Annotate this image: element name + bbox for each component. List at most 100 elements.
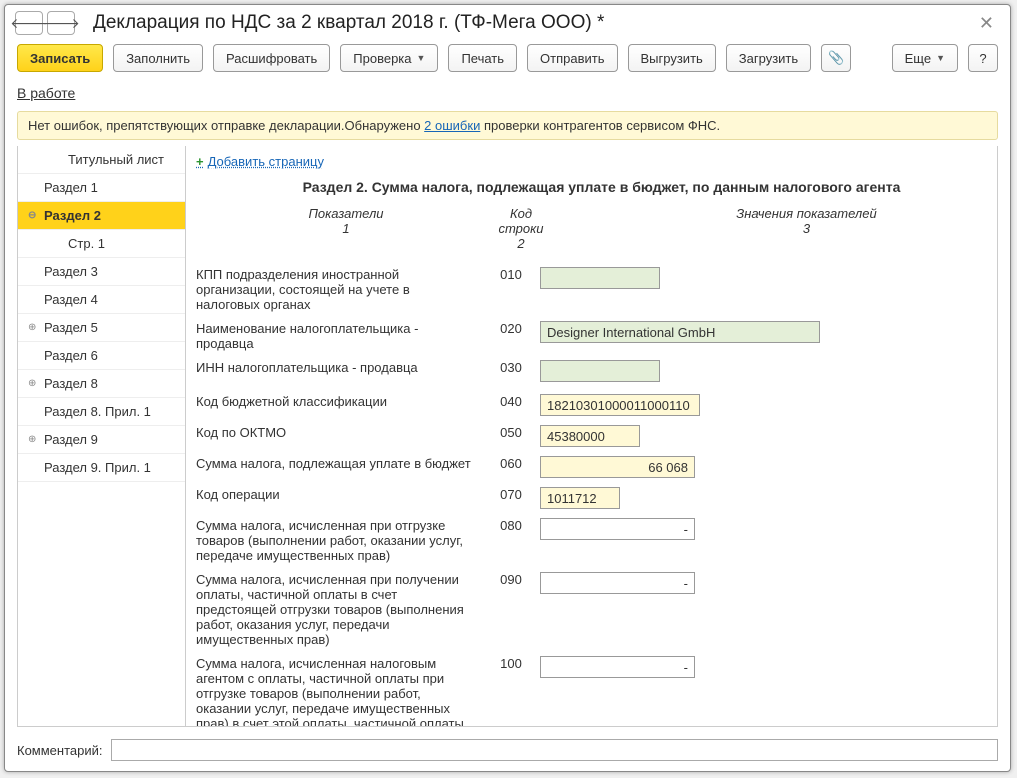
value-field[interactable]: 66 068: [540, 456, 695, 478]
data-row: Наименование налогоплательщика - продавц…: [186, 318, 997, 357]
expander-icon: ⊕: [28, 322, 42, 333]
tree-item[interactable]: Титульный лист: [18, 146, 185, 174]
decode-button[interactable]: Расшифровать: [213, 44, 330, 72]
row-label: Сумма налога, исчисленная при отгрузке т…: [196, 518, 486, 563]
data-row: Сумма налога, исчисленная при отгрузке т…: [186, 515, 997, 569]
nav-forward-button[interactable]: 🡒: [47, 11, 75, 35]
value-field[interactable]: 1011712: [540, 487, 620, 509]
warning-prefix: Нет ошибок, препятствующих отправке декл…: [28, 118, 424, 133]
data-row: Сумма налога, исчисленная при получении …: [186, 569, 997, 653]
expander-icon: ⊕: [28, 434, 42, 445]
warning-suffix: проверки контрагентов сервисом ФНС.: [480, 118, 720, 133]
send-button[interactable]: Отправить: [527, 44, 617, 72]
row-value-cell: [536, 267, 987, 292]
print-button[interactable]: Печать: [448, 44, 517, 72]
tree-item[interactable]: Раздел 8. Прил. 1: [18, 398, 185, 426]
value-field[interactable]: -: [540, 656, 695, 678]
section-2-title: Раздел 2. Сумма налога, подлежащая уплат…: [186, 175, 997, 203]
tree-item-label: Раздел 6: [44, 348, 98, 363]
add-page-link[interactable]: +Добавить страницу: [186, 150, 997, 175]
col-header-1: Показатели1: [206, 206, 496, 246]
row-code: 050: [486, 425, 536, 440]
tree-item-label: Раздел 9: [44, 432, 98, 447]
body: Титульный листРаздел 1⊖Раздел 2Стр. 1Раз…: [17, 146, 998, 727]
value-field[interactable]: [540, 267, 660, 289]
column-headers: Показатели1 Код строки2 Значения показат…: [186, 203, 997, 264]
write-button[interactable]: Записать: [17, 44, 103, 72]
warning-errors-link[interactable]: 2 ошибки: [424, 118, 480, 133]
tree-item[interactable]: Раздел 6: [18, 342, 185, 370]
tree-item-label: Раздел 1: [44, 180, 98, 195]
tree-item[interactable]: ⊖Раздел 2: [18, 202, 185, 230]
expander-icon: ⊕: [28, 378, 42, 389]
row-value-cell: 45380000: [536, 425, 987, 447]
upload-button[interactable]: Выгрузить: [628, 44, 716, 72]
tree-item[interactable]: ⊕Раздел 5: [18, 314, 185, 342]
row-code: 010: [486, 267, 536, 282]
check-button-label: Проверка: [353, 51, 411, 66]
row-code: 060: [486, 456, 536, 471]
row-value-cell: -: [536, 572, 987, 594]
download-button[interactable]: Загрузить: [726, 44, 811, 72]
help-button[interactable]: ?: [968, 44, 998, 72]
expander-icon: ⊖: [28, 210, 42, 221]
row-code: 100: [486, 656, 536, 671]
titlebar: 🡐 🡒 Декларация по НДС за 2 квартал 2018 …: [5, 5, 1010, 37]
close-icon[interactable]: ✕: [973, 13, 1000, 34]
col-header-3: Значения показателей3: [546, 206, 987, 246]
paperclip-icon: 📎: [828, 50, 844, 66]
data-row: ИНН налогоплательщика - продавца030: [186, 357, 997, 391]
row-label: ИНН налогоплательщика - продавца: [196, 360, 486, 375]
footer: Комментарий:: [5, 733, 1010, 771]
comment-label: Комментарий:: [17, 743, 103, 758]
tree-item[interactable]: ⊕Раздел 9: [18, 426, 185, 454]
tree-item-label: Раздел 8. Прил. 1: [44, 404, 151, 419]
tree-item[interactable]: Раздел 1: [18, 174, 185, 202]
value-field[interactable]: -: [540, 518, 695, 540]
row-code: 020: [486, 321, 536, 336]
comment-input[interactable]: [111, 739, 999, 761]
row-label: Сумма налога, подлежащая уплате в бюджет: [196, 456, 486, 471]
fill-button[interactable]: Заполнить: [113, 44, 203, 72]
data-row: Код бюджетной классификации0401821030100…: [186, 391, 997, 422]
tree-item[interactable]: Стр. 1: [18, 230, 185, 258]
more-button[interactable]: Еще ▼: [892, 44, 958, 72]
row-value-cell: 66 068: [536, 456, 987, 478]
tree-item-label: Раздел 8: [44, 376, 98, 391]
row-value-cell: 1011712: [536, 487, 987, 509]
value-field[interactable]: 45380000: [540, 425, 640, 447]
plus-icon: +: [196, 154, 204, 169]
check-button[interactable]: Проверка ▼: [340, 44, 438, 72]
row-value-cell: -: [536, 518, 987, 540]
value-field[interactable]: [540, 360, 660, 382]
attach-button[interactable]: 📎: [821, 44, 851, 72]
value-field[interactable]: 18210301000011000110: [540, 394, 700, 416]
warning-bar: Нет ошибок, препятствующих отправке декл…: [17, 111, 998, 140]
data-row: Сумма налога, исчисленная налоговым аген…: [186, 653, 997, 726]
row-value-cell: 18210301000011000110: [536, 394, 987, 416]
row-label: Код бюджетной классификации: [196, 394, 486, 409]
row-code: 030: [486, 360, 536, 375]
section-content: +Добавить страницу Раздел 2. Сумма налог…: [186, 146, 997, 726]
more-button-label: Еще: [905, 51, 931, 66]
row-label: КПП подразделения иностранной организаци…: [196, 267, 486, 312]
tree-item-label: Раздел 4: [44, 292, 98, 307]
row-code: 090: [486, 572, 536, 587]
status-link[interactable]: В работе: [5, 79, 1010, 111]
tree-item-label: Раздел 5: [44, 320, 98, 335]
value-field[interactable]: -: [540, 572, 695, 594]
tree-item[interactable]: Раздел 3: [18, 258, 185, 286]
row-value-cell: Designer International GmbH: [536, 321, 987, 343]
row-label: Наименование налогоплательщика - продавц…: [196, 321, 486, 351]
sections-tree[interactable]: Титульный листРаздел 1⊖Раздел 2Стр. 1Раз…: [18, 146, 186, 726]
tree-item[interactable]: Раздел 9. Прил. 1: [18, 454, 185, 482]
nav-back-button[interactable]: 🡐: [15, 11, 43, 35]
row-label: Сумма налога, исчисленная налоговым аген…: [196, 656, 486, 726]
toolbar: Записать Заполнить Расшифровать Проверка…: [5, 37, 1010, 79]
value-field[interactable]: Designer International GmbH: [540, 321, 820, 343]
tree-item[interactable]: Раздел 4: [18, 286, 185, 314]
data-row: Код операции0701011712: [186, 484, 997, 515]
tree-item[interactable]: ⊕Раздел 8: [18, 370, 185, 398]
row-code: 080: [486, 518, 536, 533]
row-code: 070: [486, 487, 536, 502]
